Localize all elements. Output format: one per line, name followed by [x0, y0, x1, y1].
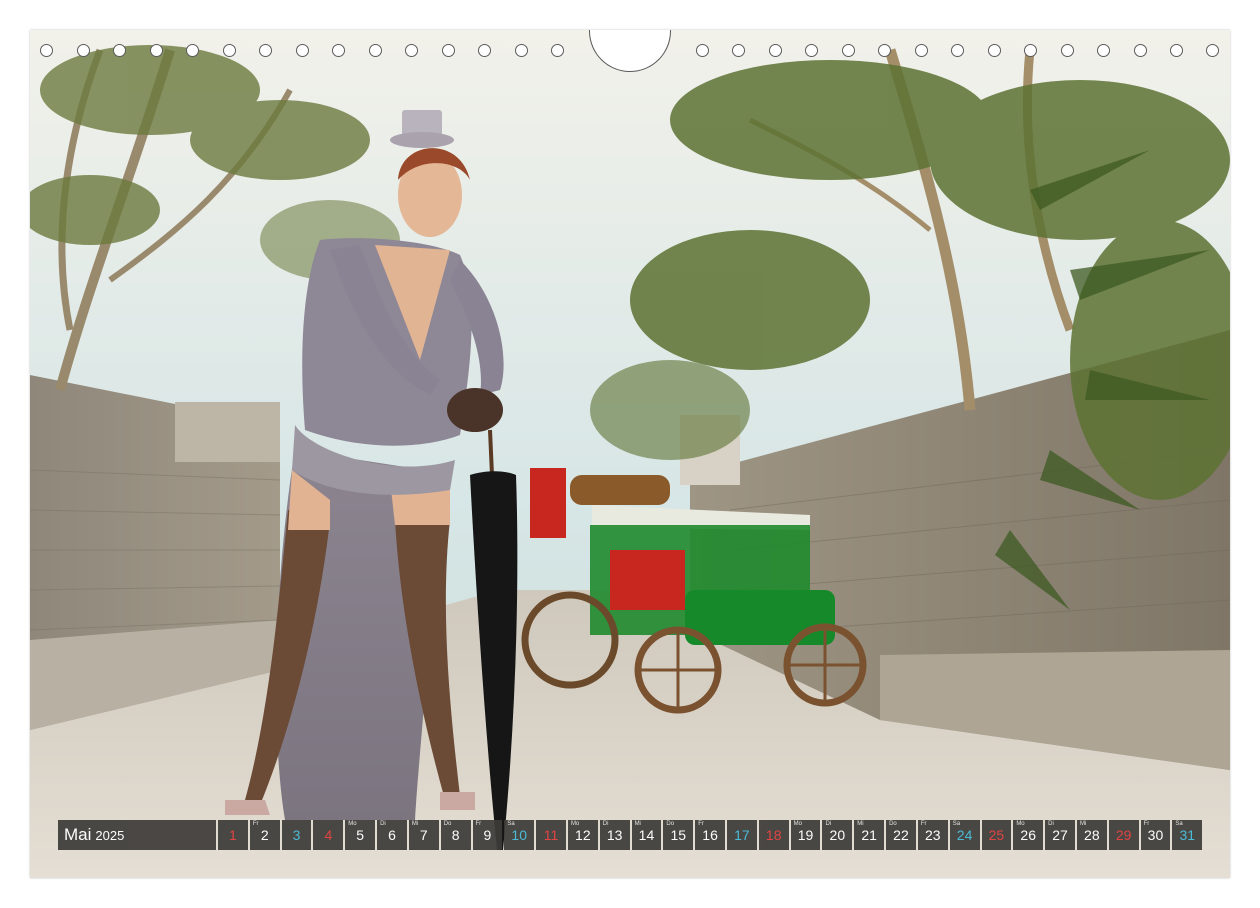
weekday-label: Di — [380, 821, 386, 827]
day-number: 30 — [1147, 827, 1164, 843]
day-cell: Mo 5 — [345, 820, 376, 850]
day-number: 5 — [356, 827, 365, 843]
day-cell: Sa 24 — [949, 820, 980, 850]
day-cell: Mo 12 — [567, 820, 598, 850]
day-number: 14 — [638, 827, 655, 843]
day-cell: Mi 21 — [854, 820, 885, 850]
weekday-label: Di — [1048, 821, 1054, 827]
day-number: 24 — [956, 827, 973, 843]
day-cell: Di 20 — [822, 820, 853, 850]
weekday-label: Fr — [475, 821, 482, 827]
weekday-label: Mo — [793, 821, 802, 827]
day-cell: 29 — [1108, 820, 1139, 850]
day-cell: Fr 16 — [695, 820, 725, 850]
day-cell: Sa 10 — [504, 820, 535, 850]
day-cell: Mi 14 — [631, 820, 662, 850]
day-cell: 17 — [727, 820, 757, 850]
day-number: 9 — [483, 827, 492, 843]
weekday-label: Fr — [698, 821, 704, 827]
day-cell: Mi 28 — [1076, 820, 1107, 850]
day-cell: Fr 23 — [917, 820, 948, 850]
day-cell: Fr 9 — [472, 820, 503, 850]
weekday-label: Fr — [252, 821, 259, 827]
day-number: 26 — [1020, 827, 1036, 843]
day-number: 21 — [861, 827, 877, 843]
day-cell: 4 — [313, 820, 344, 850]
day-number: 18 — [765, 827, 782, 843]
day-cell: Di 27 — [1045, 820, 1075, 850]
day-number: 29 — [1115, 827, 1132, 843]
day-cell: Fr 2 — [249, 820, 280, 850]
weekday-label: Mo — [348, 821, 357, 827]
weekday-label: Mi — [1079, 821, 1087, 827]
month-name: Mai — [64, 825, 92, 844]
day-number: 12 — [575, 827, 591, 843]
day-number: 28 — [1084, 827, 1100, 843]
weekday-label: Sa — [1175, 821, 1183, 827]
day-number: 11 — [543, 827, 559, 843]
day-number: 3 — [292, 827, 301, 843]
day-number: 22 — [893, 827, 909, 843]
weekday-label: Sa — [952, 821, 961, 827]
weekday-label: Do — [889, 821, 897, 827]
day-number: 7 — [419, 827, 428, 843]
day-cell: Di 13 — [599, 820, 630, 850]
weekday-label: Mo — [1016, 821, 1025, 827]
day-cell: 1 — [218, 820, 248, 850]
photo-scene — [30, 30, 1230, 878]
day-number: 6 — [388, 827, 396, 843]
day-cell: Do 8 — [440, 820, 471, 850]
day-number: 25 — [988, 827, 1005, 843]
hanger-cutout — [589, 30, 671, 72]
calendar-page: Mai 2025 1 Fr 2 3 4 Mo 5 Di 6 Mi 7 Do 8 Fr 9 Sa 10 11 Mo 12… — [30, 30, 1230, 878]
day-cell: 11 — [536, 820, 566, 850]
day-number: 10 — [511, 827, 527, 843]
weekday-label: Do — [443, 821, 452, 827]
calendar-strip: Mai 2025 1 Fr 2 3 4 Mo 5 Di 6 Mi 7 Do 8 Fr 9 Sa 10 11 Mo 12… — [58, 820, 1203, 850]
day-number: 4 — [324, 827, 333, 843]
day-cell: 25 — [981, 820, 1012, 850]
day-number: 17 — [734, 827, 750, 843]
day-number: 19 — [797, 827, 814, 843]
day-cell: Mi 7 — [408, 820, 439, 850]
day-number: 31 — [1179, 827, 1196, 843]
day-cell: Do 15 — [663, 820, 694, 850]
weekday-label: Mi — [857, 821, 864, 827]
day-number: 13 — [606, 827, 623, 843]
binding-holes — [30, 30, 1230, 72]
day-number: 27 — [1052, 827, 1068, 843]
day-cell: 18 — [758, 820, 789, 850]
weekday-label: Fr — [1143, 821, 1150, 827]
day-number: 2 — [260, 827, 269, 843]
weekday-label: Mo — [570, 821, 580, 827]
month-label: Mai 2025 — [58, 820, 216, 850]
day-cell: Mo 26 — [1013, 820, 1044, 850]
weekday-label: Do — [666, 821, 675, 827]
weekday-label: Mi — [411, 821, 419, 827]
day-cell: Di 6 — [377, 820, 407, 850]
day-cell: Fr 30 — [1140, 820, 1171, 850]
weekday-label: Fr — [920, 821, 927, 827]
day-cell: Sa 31 — [1172, 820, 1203, 850]
day-cell: Do 22 — [886, 820, 916, 850]
weekday-label: Di — [602, 821, 609, 827]
day-cell: Mo 19 — [790, 820, 821, 850]
day-cell: 3 — [281, 820, 312, 850]
month-year: 2025 — [95, 827, 125, 843]
day-number: 20 — [829, 827, 846, 843]
weekday-label: Mi — [634, 821, 641, 827]
day-number: 23 — [924, 827, 941, 843]
weekday-label: Di — [825, 821, 832, 827]
day-number: 8 — [451, 827, 460, 843]
day-number: 1 — [229, 827, 237, 843]
weekday-label: Sa — [507, 821, 515, 827]
day-number: 15 — [670, 827, 687, 843]
day-number: 16 — [702, 827, 718, 843]
